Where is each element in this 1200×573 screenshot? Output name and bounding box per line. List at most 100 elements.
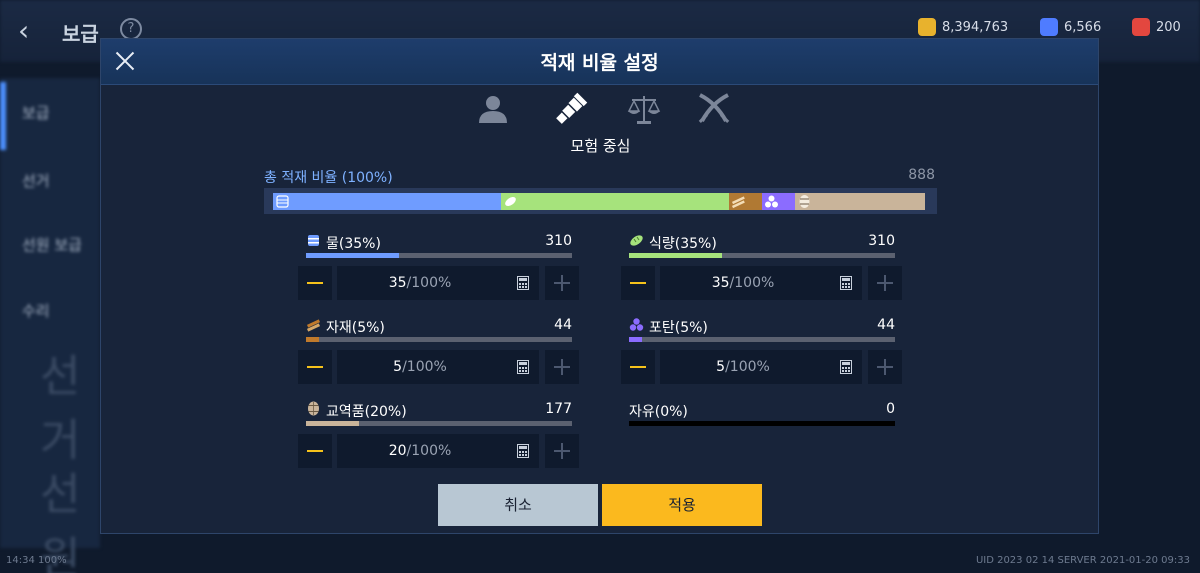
- trade-goods-progress-bar: [306, 421, 572, 426]
- trade-goods-stepper: 20/100%: [298, 434, 579, 468]
- cannonball-value-text: 5/100%: [660, 359, 826, 375]
- crossed-swords-icon[interactable]: [696, 91, 732, 127]
- trade-goods-header: 교역품(20%) 177: [298, 401, 572, 420]
- trade-goods-value: 20: [388, 443, 407, 459]
- trade-goods-plus-button[interactable]: [545, 434, 579, 468]
- food-progress-fill: [629, 253, 723, 258]
- cannonball-minus-button[interactable]: [621, 350, 655, 384]
- total-segment: [501, 193, 730, 210]
- blue-gem-icon: [1040, 18, 1058, 36]
- food-progress-bar: [629, 253, 895, 258]
- cannonball-label: 포탄(5%): [649, 320, 708, 336]
- water-plus-button[interactable]: [545, 266, 579, 300]
- water-label: 물(35%): [326, 236, 381, 252]
- material-minus-button[interactable]: [298, 350, 332, 384]
- background-title: 보급: [62, 22, 99, 46]
- spyglass-icon[interactable]: [553, 91, 589, 127]
- cannonball-value: 5: [716, 359, 726, 375]
- apply-button[interactable]: 적용: [602, 484, 762, 526]
- water-header: 물(35%) 310: [298, 233, 572, 252]
- food-value-field[interactable]: 35/100%: [660, 266, 862, 300]
- material-header: 자재(5%) 44: [298, 317, 572, 336]
- background-large-text: 선거: [40, 351, 81, 466]
- lumber-icon: [732, 196, 746, 209]
- cannonball-count: 44: [877, 317, 895, 333]
- material-value-text: 5/100%: [337, 359, 503, 375]
- material-label: 자재(5%): [326, 320, 385, 336]
- calculator-icon[interactable]: [840, 360, 852, 374]
- gold-coin-icon: [918, 18, 936, 36]
- red-gem-icon: [1132, 18, 1150, 36]
- water-value-field[interactable]: 35/100%: [337, 266, 539, 300]
- gold-amount: 8,394,763: [942, 19, 1009, 35]
- trade-goods-value-field[interactable]: 20/100%: [337, 434, 539, 468]
- background-sidebar: 보급 선거 선원 보급 수리 선거 선원: [0, 78, 100, 573]
- material-progress-bar: [306, 337, 572, 342]
- sidebar-item: 선원 보급: [22, 236, 82, 254]
- trade-goods-label: 교역품(20%): [326, 404, 407, 420]
- calculator-icon[interactable]: [517, 360, 529, 374]
- help-icon: ?: [120, 18, 142, 40]
- water-stepper: 35/100%: [298, 266, 579, 300]
- calculator-icon[interactable]: [517, 276, 529, 290]
- food-count: 310: [868, 233, 895, 249]
- cannonball-icon: [765, 195, 778, 208]
- cannonball-value-field[interactable]: 5/100%: [660, 350, 862, 384]
- water-progress-fill: [306, 253, 400, 258]
- trade-goods-minus-button[interactable]: [298, 434, 332, 468]
- material-max: /100%: [402, 359, 447, 375]
- water-barrel-icon: [308, 235, 319, 246]
- gold-currency: 8,394,763: [918, 18, 1008, 36]
- red-gem-amount: 200: [1156, 19, 1181, 35]
- material-plus-button[interactable]: [545, 350, 579, 384]
- calculator-icon[interactable]: [517, 444, 529, 458]
- food-minus-button[interactable]: [621, 266, 655, 300]
- total-segment: [794, 193, 925, 210]
- close-icon[interactable]: [113, 49, 137, 73]
- blue-gem-currency: 6,566: [1040, 18, 1101, 36]
- cannonball-progress-fill: [629, 337, 643, 342]
- cannonball-stepper: 5/100%: [621, 350, 902, 384]
- material-value-field[interactable]: 5/100%: [337, 350, 539, 384]
- total-ratio-bar: [264, 188, 937, 214]
- food-label: 식량(35%): [649, 236, 717, 252]
- cannonball-header: 포탄(5%) 44: [621, 317, 895, 336]
- cannonball-plus-button[interactable]: [868, 350, 902, 384]
- material-count: 44: [554, 317, 572, 333]
- total-ratio-segments: [273, 193, 925, 210]
- bread-icon: [630, 235, 643, 246]
- modal-header: 적재 비율 설정: [101, 39, 1098, 85]
- food-plus-button[interactable]: [868, 266, 902, 300]
- person-icon[interactable]: [475, 91, 511, 127]
- cancel-button[interactable]: 취소: [438, 484, 598, 526]
- mode-label: 모험 중심: [570, 137, 631, 155]
- calculator-icon[interactable]: [840, 276, 852, 290]
- balance-scale-icon[interactable]: [626, 91, 662, 127]
- water-minus-button[interactable]: [298, 266, 332, 300]
- total-segment: [273, 193, 502, 210]
- status-right: UID 2023 02 14 SERVER 2021-01-20 09:33: [975, 555, 1190, 566]
- food-value: 35: [711, 275, 730, 291]
- sidebar-item: 수리: [22, 302, 50, 320]
- food-stepper: 35/100%: [621, 266, 902, 300]
- free-count: 0: [886, 401, 895, 417]
- water-value-text: 35/100%: [337, 275, 503, 291]
- sidebar-active-indicator: [0, 82, 6, 150]
- mode-selector: [101, 91, 1100, 127]
- material-progress-fill: [306, 337, 320, 342]
- free-progress-bar: [629, 421, 895, 426]
- cannonball-progress-bar: [629, 337, 895, 342]
- total-segment: [729, 193, 762, 210]
- back-arrow-icon: ‹: [18, 14, 30, 47]
- total-segment: [762, 193, 795, 210]
- red-gem-currency: 200: [1132, 18, 1181, 36]
- material-value: 5: [393, 359, 403, 375]
- water-count: 310: [545, 233, 572, 249]
- food-max: /100%: [729, 275, 775, 291]
- sidebar-item: 보급: [22, 104, 50, 122]
- free-label: 자유(0%): [629, 404, 688, 420]
- water-progress-bar: [306, 253, 572, 258]
- sidebar-item: 선거: [22, 172, 50, 190]
- cannonball-icon: [629, 318, 644, 331]
- bread-icon: [505, 197, 516, 206]
